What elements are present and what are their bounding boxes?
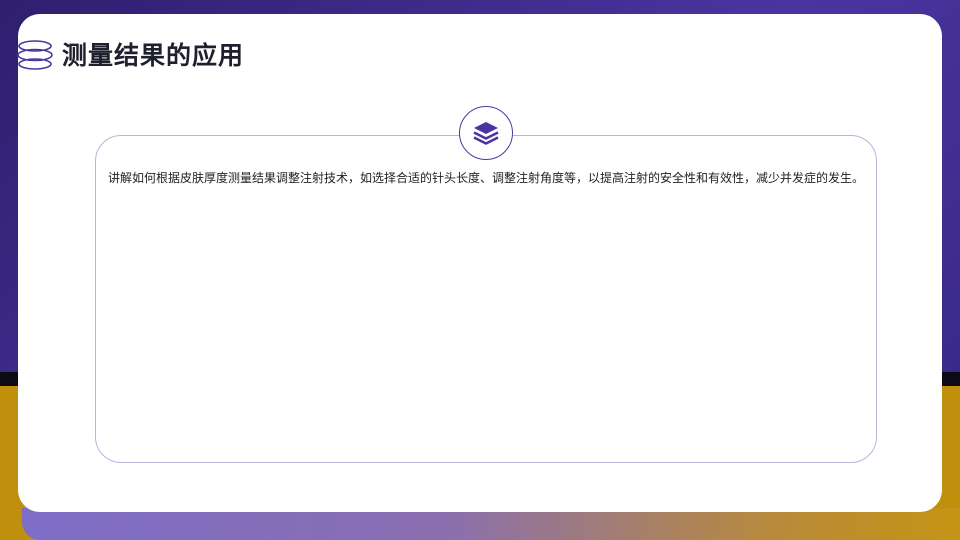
bottom-gradient-bar xyxy=(22,508,960,540)
rings-icon xyxy=(16,38,54,74)
content-badge xyxy=(459,106,513,160)
body-text: 讲解如何根据皮肤厚度测量结果调整注射技术，如选择合适的针头长度、调整注射角度等，… xyxy=(107,171,864,185)
layers-icon xyxy=(473,122,499,145)
page-title: 测量结果的应用 xyxy=(62,41,245,70)
